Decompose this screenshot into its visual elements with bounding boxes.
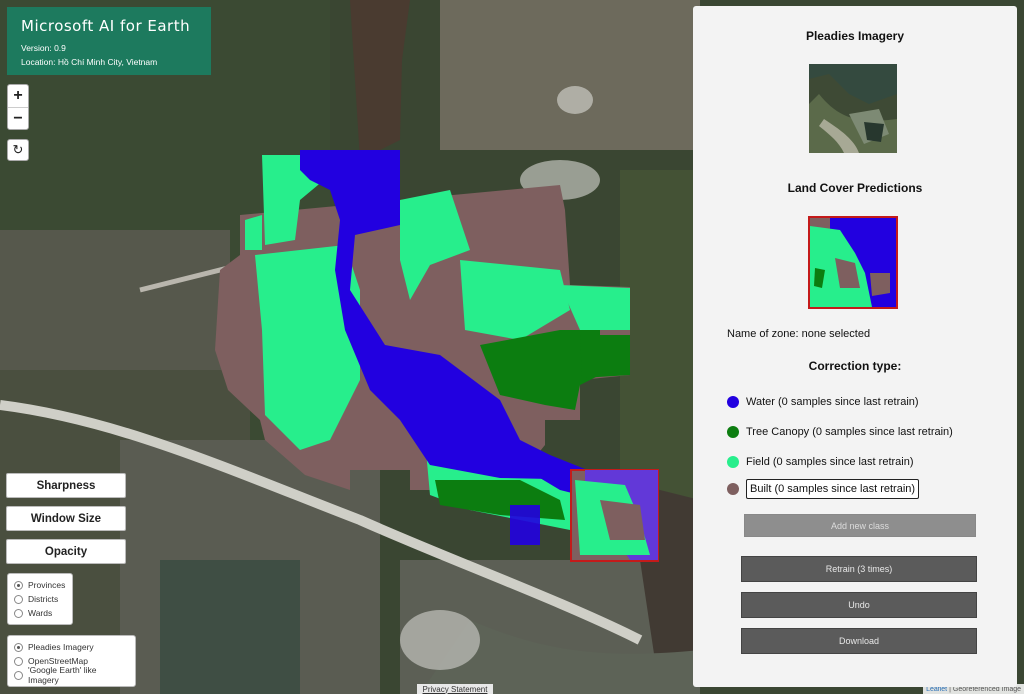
- class-label: Built (0 samples since last retrain): [746, 479, 920, 499]
- download-button[interactable]: Download: [741, 628, 977, 654]
- radio-button[interactable]: [14, 580, 23, 590]
- retrain-button[interactable]: Retrain (3 times): [741, 556, 977, 582]
- radio-button[interactable]: [14, 594, 23, 604]
- radio-label: Districts: [28, 594, 59, 604]
- app-version: Version: 0.9: [21, 43, 66, 53]
- radio-label: Wards: [28, 608, 53, 618]
- radio-button[interactable]: [14, 642, 23, 652]
- class-label: Tree Canopy (0 samples since last retrai…: [746, 426, 953, 438]
- radio-label: 'Google Earth' like Imagery: [28, 665, 97, 685]
- predictions-heading: Land Cover Predictions: [787, 181, 923, 195]
- add-new-class-button[interactable]: Add new class: [744, 514, 976, 537]
- opacity-button[interactable]: Opacity: [6, 539, 126, 564]
- radio-label: Provinces: [28, 580, 66, 590]
- tree-canopy-swatch: [727, 426, 739, 438]
- class-label: Water (0 samples since last retrain): [746, 396, 919, 408]
- prediction-thumbnail: [808, 216, 898, 309]
- reset-view-button[interactable]: ↻: [7, 139, 29, 161]
- basemap-selector: Pleadies Imagery OpenStreetMap 'Google E…: [7, 635, 136, 687]
- zoom-out-button[interactable]: −: [8, 107, 28, 129]
- boundary-layer-selector: Provinces Districts Wards: [7, 573, 73, 625]
- zoom-in-button[interactable]: +: [8, 85, 28, 107]
- correction-type-heading: Correction type:: [808, 359, 902, 373]
- radio-pleadies-imagery[interactable]: Pleadies Imagery: [14, 640, 129, 654]
- radio-label: Pleadies Imagery: [28, 642, 94, 652]
- imagery-thumbnail: [809, 64, 897, 153]
- water-swatch: [727, 396, 739, 408]
- field-swatch: [727, 456, 739, 468]
- app-title-card: Microsoft AI for Earth Version: 0.9 Loca…: [7, 7, 211, 75]
- radio-provinces[interactable]: Provinces: [14, 578, 66, 592]
- imagery-heading: Pleadies Imagery: [805, 29, 905, 43]
- built-swatch: [727, 483, 739, 495]
- radio-google-earth-imagery[interactable]: 'Google Earth' like Imagery: [14, 665, 129, 685]
- zoom-control: + −: [7, 84, 29, 130]
- class-option-field[interactable]: Field (0 samples since last retrain): [727, 456, 914, 468]
- zone-name-text: Name of zone: none selected: [727, 328, 871, 340]
- sharpness-button[interactable]: Sharpness: [6, 473, 126, 498]
- window-size-button[interactable]: Window Size: [6, 506, 126, 531]
- right-panel: Pleadies Imagery Land Cover Predictions …: [693, 6, 1017, 687]
- radio-districts[interactable]: Districts: [14, 592, 66, 606]
- radio-button[interactable]: [14, 608, 23, 618]
- class-option-water[interactable]: Water (0 samples since last retrain): [727, 396, 919, 408]
- undo-button[interactable]: Undo: [741, 592, 977, 618]
- radio-button[interactable]: [14, 656, 23, 666]
- app-location: Location: Hồ Chí Minh City, Vietnam: [21, 57, 158, 67]
- radio-wards[interactable]: Wards: [14, 606, 66, 620]
- privacy-statement-link[interactable]: Privacy Statement: [417, 684, 493, 694]
- class-label: Field (0 samples since last retrain): [746, 456, 914, 468]
- class-option-built[interactable]: Built (0 samples since last retrain): [727, 479, 920, 499]
- app-title: Microsoft AI for Earth: [21, 17, 191, 35]
- radio-button[interactable]: [14, 670, 23, 680]
- class-option-tree-canopy[interactable]: Tree Canopy (0 samples since last retrai…: [727, 426, 953, 438]
- refresh-icon: ↻: [12, 142, 24, 157]
